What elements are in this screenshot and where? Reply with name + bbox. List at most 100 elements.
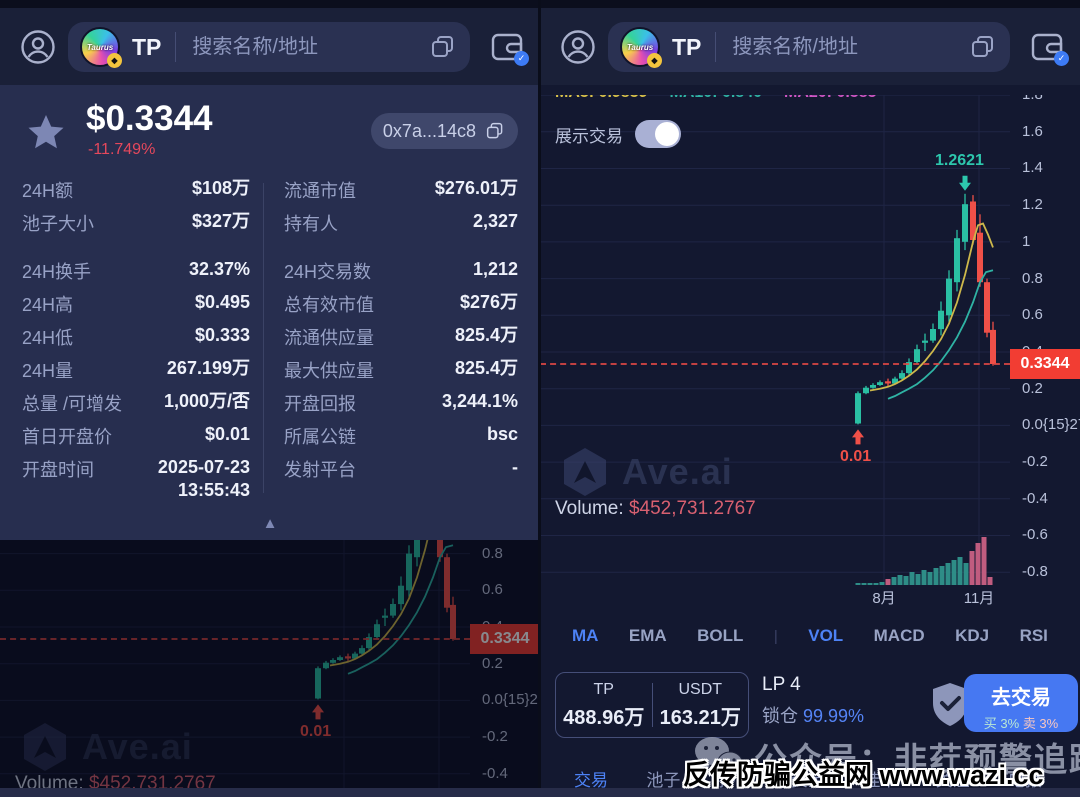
volume-readout: Volume: $452,731.2767 [555, 498, 756, 520]
y-axis-label: 1.6 [1022, 123, 1043, 140]
sell-fee: 卖 3% [1023, 716, 1058, 731]
indicator-tab-boll[interactable]: BOLL [697, 626, 743, 646]
wallet-icon[interactable]: ✓ [488, 28, 526, 66]
copy-address-icon[interactable] [484, 120, 506, 142]
volume-value: $452,731.2767 [629, 498, 756, 519]
stat-row: 最大供应量 825.4万 [284, 357, 518, 390]
stat-label: 池子大小 [22, 210, 94, 236]
stat-label: 最大供应量 [284, 357, 374, 383]
indicator-tab-macd[interactable]: MACD [874, 626, 925, 646]
stat-value: 267.199万 [167, 357, 250, 380]
pool-cell-tp: TP 488.96万 [556, 681, 652, 730]
stat-row: 发射平台 - [284, 456, 518, 489]
wallet-icon[interactable]: ✓ [1028, 28, 1066, 66]
token-stats-modal: $0.3344 -11.749% 0x7a...14c8 24H额 $108万池… [0, 85, 540, 540]
show-trades-label: 展示交易 [555, 122, 623, 147]
modal-dim-overlay [0, 540, 540, 797]
stat-value: 32.37% [189, 258, 250, 281]
stat-row: 24H额 $108万 [22, 177, 250, 210]
wallet-check-badge: ✓ [514, 51, 529, 66]
stat-row: 24H换手 32.37% [22, 258, 250, 291]
pool-summary-bar: TP 488.96万 USDT 163.21万 LP 4 锁仓 99.99% 去 [540, 668, 1080, 742]
stat-value: bsc [487, 423, 518, 446]
stat-label: 开盘回报 [284, 390, 356, 416]
x-axis-label: 8月 [872, 587, 895, 608]
show-trades-toggle[interactable] [635, 120, 681, 148]
stat-row: 池子大小 $327万 [22, 210, 250, 243]
profile-icon[interactable] [560, 29, 596, 65]
token-symbol: TP [672, 34, 701, 61]
y-axis-label: 1.2 [1022, 196, 1043, 213]
indicator-tab-rsi[interactable]: RSI [1020, 626, 1048, 646]
stat-label: 24H量 [22, 357, 73, 383]
right-screenshot-panel: MA5: 0.9859MA10: 0.840MA20: 0.585 展示交易 1.… [540, 0, 1080, 797]
stat-value: $0.01 [205, 423, 250, 446]
stat-label: 总有效市值 [284, 291, 374, 317]
divider: | [774, 628, 778, 645]
indicator-tab-kdj[interactable]: KDJ [955, 626, 989, 646]
stat-row: 总量 /可增发 1,000万/否 [22, 390, 250, 423]
contract-address: 0x7a...14c8 [383, 121, 476, 142]
y-axis-label: -0.8 [1022, 563, 1048, 580]
stat-value: 1,212 [473, 258, 518, 281]
collapse-arrow-icon[interactable]: ▲ [0, 515, 540, 532]
stat-row: 所属公链 bsc [284, 423, 518, 456]
search-bar[interactable]: Taurus ◆ TP [608, 22, 1010, 72]
stat-label: 发射平台 [284, 456, 356, 482]
stat-value: $327万 [192, 210, 250, 233]
copy-icon[interactable] [428, 32, 458, 62]
search-bar[interactable]: Taurus ◆ TP [68, 22, 470, 72]
ma-label: MA20: 0.585 [784, 95, 877, 101]
indicator-tab-vol[interactable]: VOL [808, 626, 843, 646]
stat-label: 24H高 [22, 291, 73, 317]
chain-cube-badge: ◆ [647, 53, 662, 68]
stat-row: 总有效市值 $276万 [284, 291, 518, 324]
price-change: -11.749% [88, 141, 155, 159]
y-axis-label: -0.2 [1022, 453, 1048, 470]
ave-ai-watermark: Ave.ai [562, 447, 733, 497]
token-logo: Taurus ◆ [620, 27, 660, 67]
stat-value: 825.4万 [455, 324, 518, 347]
current-price-tag: 0.3344 [1010, 349, 1080, 379]
y-axis-label: 0.6 [1022, 306, 1043, 323]
search-input[interactable] [190, 35, 422, 60]
stat-label: 流通供应量 [284, 324, 374, 350]
search-input[interactable] [730, 35, 962, 60]
indicator-tab-ma[interactable]: MA [572, 626, 598, 646]
contract-address-pill[interactable]: 0x7a...14c8 [371, 113, 518, 149]
y-axis-label: 1.4 [1022, 159, 1043, 176]
favorite-star-icon[interactable] [24, 111, 68, 155]
pool-cell-usdt: USDT 163.21万 [653, 681, 749, 730]
stat-row: 24H低 $0.333 [22, 324, 250, 357]
stat-label: 持有人 [284, 210, 338, 236]
lp-info: LP 4 锁仓 99.99% [762, 674, 864, 728]
stat-row: 流通市值 $276.01万 [284, 177, 518, 210]
stat-value: 2025-07-23 13:55:43 [158, 456, 250, 501]
go-trade-button[interactable]: 去交易 买 3% 卖 3% [964, 674, 1078, 732]
stat-value: $108万 [192, 177, 250, 200]
stat-row: 24H量 267.199万 [22, 357, 250, 390]
dimmed-chart-background: MA5: 0.9859MA10: 0.840MA20: 0.585展示交易 1.… [0, 540, 540, 797]
current-price-line [540, 363, 1010, 365]
pool-reserves-box: TP 488.96万 USDT 163.21万 [555, 672, 749, 738]
app-header: Taurus ◆ TP ✓ [0, 8, 540, 85]
stat-label: 流通市值 [284, 177, 356, 203]
indicator-tab-ema[interactable]: EMA [629, 626, 667, 646]
token-symbol: TP [132, 34, 161, 61]
copy-icon[interactable] [968, 32, 998, 62]
y-axis-label: 0.2 [1022, 380, 1043, 397]
profile-icon[interactable] [20, 29, 56, 65]
y-axis-label: 1 [1022, 233, 1030, 250]
wazi-watermark-text: 反传防骗公益网 www.wazi.cc [683, 753, 1044, 792]
stat-label: 24H交易数 [284, 258, 371, 284]
low-price-marker: 0.01 [840, 448, 871, 466]
ave-logo-icon [562, 447, 608, 497]
ma-values-row: MA5: 0.9859MA10: 0.840MA20: 0.585 [555, 95, 899, 102]
stat-row: 开盘时间 2025-07-23 13:55:43 [22, 456, 250, 489]
stat-label: 24H换手 [22, 258, 91, 284]
lock-label: 锁仓 [762, 706, 798, 726]
stats-column-right: 流通市值 $276.01万持有人 2,327 24H交易数 1,212 总有效市值 … [284, 177, 518, 489]
divider [715, 32, 716, 62]
stat-row: 首日开盘价 $0.01 [22, 423, 250, 456]
stat-value: 2,327 [473, 210, 518, 233]
